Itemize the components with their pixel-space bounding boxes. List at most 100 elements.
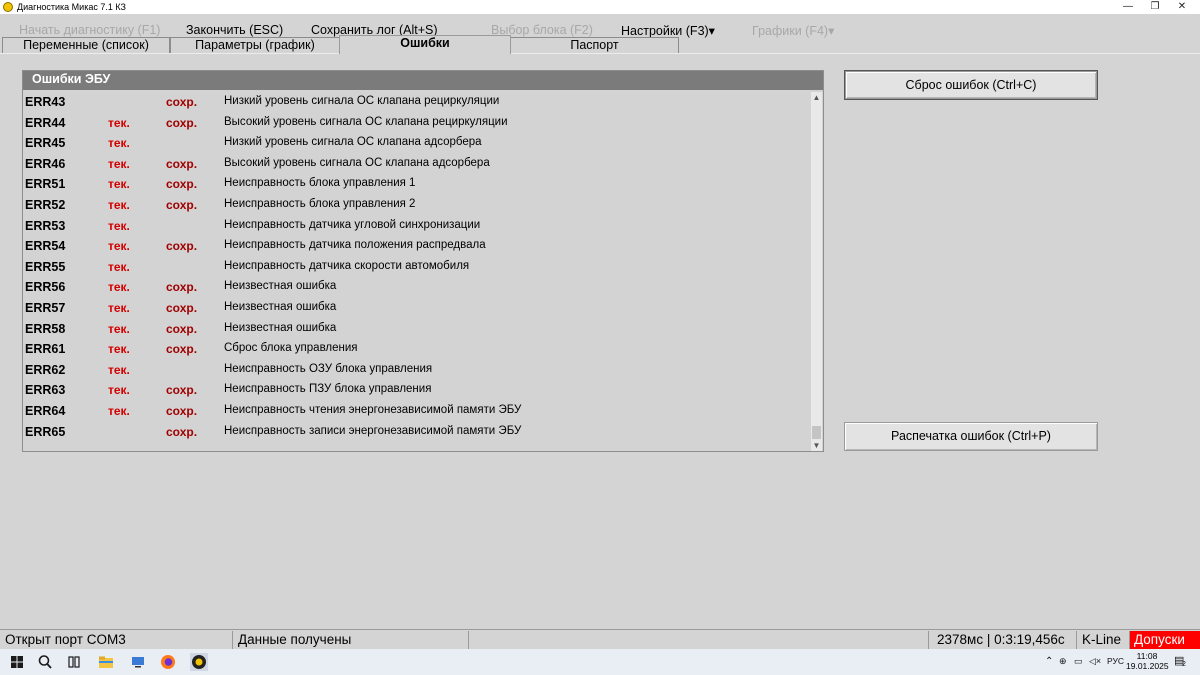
error-list-scrollbar[interactable]: ▲ ▼: [811, 92, 822, 451]
menu-settings[interactable]: Настройки (F3)▾: [621, 23, 715, 38]
error-code: ERR51: [25, 177, 66, 192]
error-code: ERR54: [25, 239, 66, 254]
error-saved-flag: сохр.: [166, 198, 198, 212]
error-row[interactable]: ERR46 тек. сохр. Высокий уровень сигнала ОС…: [24, 154, 812, 174]
tab-errors[interactable]: Ошибки: [339, 35, 511, 54]
error-row[interactable]: ERR51 тек. сохр. Неисправность блока управл…: [24, 174, 812, 194]
mikas-diagnostics-icon[interactable]: [190, 653, 208, 671]
error-row[interactable]: ERR56 тек. сохр. Неизвестная ошибка: [24, 277, 812, 297]
error-row[interactable]: ERR57 тек. сохр. Неизвестная ошибка: [24, 298, 812, 318]
app-logo-icon: [3, 2, 13, 12]
error-saved-flag: сохр.: [166, 280, 198, 295]
search-icon[interactable]: [36, 653, 54, 671]
error-saved-flag: сохр.: [166, 404, 198, 418]
error-code: ERR55: [25, 259, 66, 274]
error-row[interactable]: ERR52 тек. сохр. Неисправность блока управл…: [24, 195, 812, 215]
speaker-icon[interactable]: ◁×: [1089, 656, 1101, 667]
error-row[interactable]: ERR65 сохр. Неисправность записи энергонез…: [24, 422, 812, 442]
error-current-flag: тек.: [108, 321, 130, 336]
error-description: Низкий уровень сигнала ОС клапана адсорб…: [224, 136, 482, 149]
error-row[interactable]: ERR44 тек. сохр. Высокий уровень сигнала ОС…: [24, 113, 812, 133]
menu-start-diagnostics[interactable]: Начать диагностику (F1): [19, 23, 160, 37]
tray-chevron-icon[interactable]: ⌃: [1045, 656, 1053, 667]
error-description: Неисправность ПЗУ блока управления: [224, 383, 432, 396]
error-saved-flag: сохр.: [166, 115, 198, 130]
task-view-icon[interactable]: [65, 653, 83, 671]
error-saved-flag: сохр.: [166, 177, 198, 192]
error-row[interactable]: ERR64 тек. сохр. Неисправность чтения энерг…: [24, 401, 812, 421]
error-description: Неисправность датчика угловой синхрониза…: [224, 218, 481, 231]
error-row[interactable]: ERR53 тек. Неисправность датчика угловой с…: [24, 216, 812, 236]
battery-icon[interactable]: ▭: [1074, 656, 1083, 667]
error-code: ERR43: [25, 95, 66, 109]
status-tolerances[interactable]: Допуски: [1130, 631, 1200, 649]
status-empty: [469, 631, 929, 649]
status-protocol: K-Line: [1077, 631, 1130, 649]
error-current-flag: тек.: [108, 342, 130, 357]
error-saved-flag: сохр.: [166, 321, 198, 336]
reset-errors-button[interactable]: Сброс ошибок (Ctrl+C): [844, 70, 1098, 100]
error-saved-flag: сохр.: [166, 301, 198, 315]
error-current-flag: тек.: [108, 198, 130, 212]
error-description: Сброс блока управления: [224, 342, 358, 355]
error-description: Неисправность ОЗУ блока управления: [224, 362, 433, 375]
tab-passport[interactable]: Паспорт: [510, 37, 679, 54]
clock-time: 11:08: [1136, 651, 1158, 661]
scroll-down-icon[interactable]: ▼: [811, 440, 822, 451]
language-indicator[interactable]: РУС: [1107, 656, 1124, 666]
error-row[interactable]: ERR54 тек. сохр. Неисправность датчика поло…: [24, 236, 812, 256]
error-description: Высокий уровень сигнала ОС клапана адсор…: [224, 156, 490, 169]
network-icon[interactable]: ⊕: [1059, 656, 1067, 667]
error-saved-flag: сохр.: [166, 383, 198, 398]
error-list[interactable]: ERR43 сохр. Низкий уровень сигнала ОС клап…: [24, 92, 812, 451]
file-explorer-icon[interactable]: [97, 653, 115, 671]
error-code: ERR52: [25, 198, 66, 212]
scroll-up-icon[interactable]: ▲: [811, 92, 822, 103]
close-button[interactable]: ✕: [1162, 0, 1200, 14]
notification-count: 2: [1182, 661, 1186, 668]
error-description: Неисправность блока управления 1: [224, 177, 416, 190]
tab-parameters[interactable]: Параметры (график): [170, 37, 340, 54]
error-row[interactable]: ERR45 тек. Низкий уровень сигнала ОС клапа…: [24, 133, 812, 153]
error-saved-flag: сохр.: [166, 424, 198, 439]
tab-strip: Переменные (список) Параметры (график) О…: [0, 35, 1200, 54]
error-current-flag: тек.: [108, 239, 130, 254]
error-current-flag: тек.: [108, 280, 130, 295]
clock[interactable]: 11:08 19.01.2025: [1126, 651, 1169, 671]
firefox-icon[interactable]: [159, 653, 177, 671]
windows-start-icon[interactable]: [8, 653, 26, 671]
menu-finish[interactable]: Закончить (ESC): [186, 23, 283, 37]
error-row[interactable]: ERR43 сохр. Низкий уровень сигнала ОС клап…: [24, 92, 812, 112]
error-row[interactable]: ERR63 тек. сохр. Неисправность ПЗУ блока уп…: [24, 380, 812, 400]
error-description: Неизвестная ошибка: [224, 321, 337, 334]
error-description: Неисправность датчика положения распредв…: [224, 239, 486, 252]
error-code: ERR58: [25, 321, 66, 336]
menu-bar: Начать диагностику (F1) Закончить (ESC) …: [0, 22, 1200, 38]
panel-title: Ошибки ЭБУ: [23, 71, 823, 90]
error-current-flag: тек.: [108, 383, 130, 398]
error-row[interactable]: ERR58 тек. сохр. Неизвестная ошибка: [24, 319, 812, 339]
window-title: Диагностика Микас 7.1 КЗ: [17, 2, 126, 12]
error-current-flag: тек.: [108, 218, 130, 233]
error-code: ERR62: [25, 362, 66, 377]
error-saved-flag: сохр.: [166, 342, 198, 357]
error-code: ERR63: [25, 383, 66, 398]
error-row[interactable]: ERR62 тек. Неисправность ОЗУ блока управле…: [24, 360, 812, 380]
clock-date: 19.01.2025: [1126, 661, 1169, 671]
error-current-flag: тек.: [108, 301, 130, 315]
error-description: Неисправность датчика скорости автомобил…: [224, 259, 470, 272]
print-errors-button[interactable]: Распечатка ошибок (Ctrl+P): [844, 422, 1098, 451]
store-app-icon[interactable]: [129, 653, 147, 671]
error-row[interactable]: ERR55 тек. Неисправность датчика скорости …: [24, 257, 812, 277]
error-description: Высокий уровень сигнала ОС клапана рецир…: [224, 115, 508, 128]
error-code: ERR61: [25, 342, 66, 357]
error-code: ERR65: [25, 424, 66, 439]
error-description: Неизвестная ошибка: [224, 280, 337, 293]
error-row[interactable]: ERR61 тек. сохр. Сброс блока управления: [24, 339, 812, 359]
error-current-flag: тек.: [108, 177, 130, 192]
error-description: Неисправность чтения энергонезависимой п…: [224, 404, 522, 416]
tab-divider: [0, 53, 1200, 54]
menu-graphs[interactable]: Графики (F4)▾: [752, 23, 834, 38]
scrollbar-thumb[interactable]: [812, 426, 821, 439]
tab-variables[interactable]: Переменные (список): [2, 37, 170, 54]
